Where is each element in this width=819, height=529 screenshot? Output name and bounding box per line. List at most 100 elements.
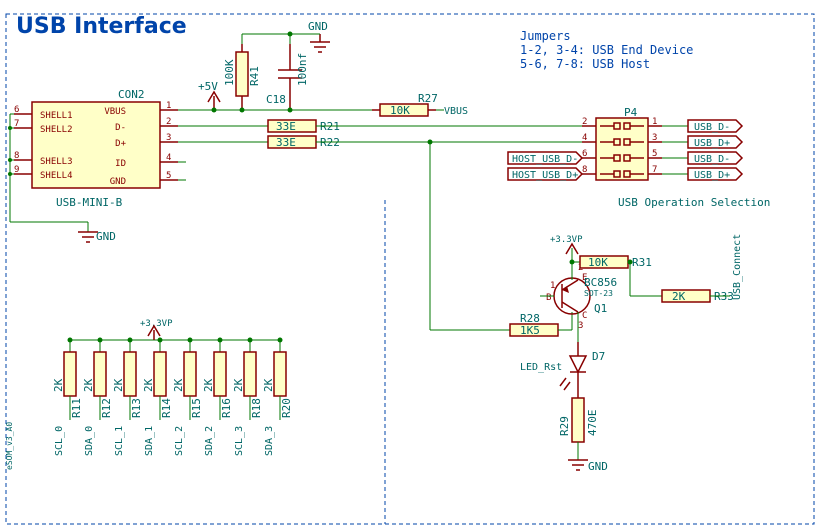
pullup-array: +3.3VP [70,319,280,340]
svg-text:D+: D+ [115,139,126,149]
svg-text:6: 6 [14,105,19,115]
svg-text:SDA_0: SDA_0 [84,426,95,456]
gnd-top: GND [308,20,330,52]
svg-text:GND: GND [96,230,116,243]
svg-text:2: 2 [166,117,171,127]
svg-text:GND: GND [588,460,608,473]
svg-text:33E: 33E [276,136,296,149]
con2-ref: CON2 [118,88,145,101]
svg-text:10K: 10K [390,104,410,117]
net-host-dm: HOST_USB_D- [508,152,582,165]
svg-text:SHELL4: SHELL4 [40,171,73,181]
svg-text:D7: D7 [592,350,605,363]
svg-text:SHELL1: SHELL1 [40,111,73,121]
svg-text:R13: R13 [130,398,143,418]
svg-text:LED_Rst: LED_Rst [520,362,562,373]
svg-text:B: B [546,293,551,303]
svg-text:R27: R27 [418,92,438,105]
svg-text:100K: 100K [223,59,236,86]
p4-header: P4 2 4 6 8 1 3 5 7 [582,106,662,180]
svg-text:2K: 2K [82,378,95,392]
svg-text:R41: R41 [248,66,261,86]
svg-text:ID: ID [115,159,126,169]
svg-text:SDA_2: SDA_2 [204,426,215,456]
svg-text:4: 4 [582,133,587,143]
svg-text:2: 2 [582,117,587,127]
note-l1: Jumpers [520,29,571,43]
r29: R29 470E [558,398,599,442]
svg-text:2K: 2K [202,378,215,392]
svg-text:2K: 2K [232,378,245,392]
svg-text:8: 8 [14,151,19,161]
svg-text:P4: P4 [624,106,638,119]
svg-text:4: 4 [166,153,171,163]
svg-text:5: 5 [166,171,171,181]
svg-text:3: 3 [166,133,171,143]
svg-text:R18: R18 [250,398,263,418]
svg-text:5: 5 [652,149,657,159]
net-usb-dm-a: USB_D- [688,120,742,133]
svg-text:R16: R16 [220,398,233,418]
gnd-bottom: GND [568,460,608,473]
svg-text:1K5: 1K5 [520,324,540,337]
svg-text:D-: D- [115,123,126,133]
svg-text:Q1: Q1 [594,302,607,315]
svg-text:33E: 33E [276,120,296,133]
note-l2: 1-2, 3-4: USB End Device [520,43,693,57]
svg-text:470E: 470E [586,410,599,437]
r41: 100K R41 [223,44,261,110]
svg-text:SHELL3: SHELL3 [40,157,73,167]
p4-caption: USB Operation Selection [618,196,770,209]
svg-text:2K: 2K [262,378,275,392]
svg-text:BC856: BC856 [584,276,617,289]
con2-val: USB-MINI-B [56,196,123,209]
note-l3: 5-6, 7-8: USB Host [520,57,650,71]
svg-text:GND: GND [308,20,328,33]
svg-text:R12: R12 [100,398,113,418]
net-usb-connect: USB_Connect [732,234,743,300]
q1: B E C 1 2 3 Q1 BC856 SOT-23 [546,263,617,331]
section-title: USB Interface [16,14,187,39]
svg-text:SHELL2: SHELL2 [40,125,73,135]
svg-text:SCL_2: SCL_2 [174,426,185,456]
svg-text:SCL_0: SCL_0 [54,426,65,456]
net-usb-dp-a: USB_D+ [688,136,742,149]
sidebar-text: eSOM_v3_A0 [5,422,14,470]
r28: R28 1K5 [510,312,558,337]
svg-text:8: 8 [582,165,587,175]
net-host-dp: HOST_USB_D+ [508,168,582,181]
svg-text:R29: R29 [558,416,571,436]
gnd-con2: GND [78,230,116,243]
d7-led: D7 LED_Rst [520,342,605,398]
r31: R31 10K [580,256,652,269]
svg-text:10K: 10K [588,256,608,269]
net-usb-dp-b: USB_D+ [688,168,742,181]
svg-text:SOT-23: SOT-23 [584,289,613,298]
power-5v: +5V [198,80,220,110]
svg-text:SDA_1: SDA_1 [144,426,155,456]
svg-text:9: 9 [14,165,19,175]
svg-text:C: C [582,311,587,321]
svg-text:HOST_USB_D+: HOST_USB_D+ [512,170,578,181]
svg-text:7: 7 [652,165,657,175]
c18: C18 100nf [266,44,309,110]
svg-text:SDA_3: SDA_3 [264,426,275,456]
svg-text:SCL_3: SCL_3 [234,426,245,456]
net-usb-dm-b: USB_D- [688,152,742,165]
svg-text:2K: 2K [112,378,125,392]
svg-text:2K: 2K [52,378,65,392]
svg-text:R15: R15 [190,398,203,418]
con2-usb-mini-b: CON2 USB-MINI-B 6 7 8 9 SHELL1 SHELL2 SH… [14,88,178,209]
svg-text:USB_D-: USB_D- [694,154,730,165]
svg-text:SCL_1: SCL_1 [114,426,125,456]
svg-text:2K: 2K [172,378,185,392]
svg-text:1: 1 [550,281,555,291]
svg-text:GND: GND [110,177,126,187]
svg-text:100nf: 100nf [296,53,309,86]
pwr-3v3-b: +3.3VP [550,235,583,245]
svg-text:6: 6 [582,149,587,159]
svg-text:3: 3 [578,321,583,331]
svg-text:1: 1 [652,117,657,127]
net-vbus: VBUS [444,106,468,117]
svg-text:+5V: +5V [198,80,218,93]
